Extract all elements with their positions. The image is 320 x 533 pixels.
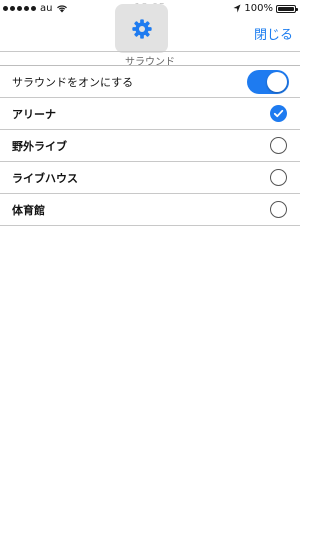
screen: au 18:05 100%: [0, 0, 300, 533]
battery-icon: [276, 4, 298, 13]
option-label: ライブハウス: [12, 171, 78, 185]
option-row-arena[interactable]: アリーナ: [0, 98, 300, 130]
status-right: 100%: [233, 3, 298, 14]
battery-fill: [278, 6, 294, 11]
option-label: 野外ライブ: [12, 139, 67, 153]
section-title: サラウンド: [125, 57, 175, 68]
surround-toggle-switch[interactable]: [247, 70, 289, 94]
option-row-gymnasium[interactable]: 体育館: [0, 194, 300, 226]
option-label: アリーナ: [12, 107, 56, 121]
settings-list: サラウンドをオンにする アリーナ 野外ライブ ライブハウス 体育館: [0, 66, 300, 226]
option-label: 体育館: [12, 203, 45, 217]
battery-tip: [296, 7, 298, 11]
gear-icon: [131, 18, 152, 39]
option-row-outdoor-live[interactable]: 野外ライブ: [0, 130, 300, 162]
battery-percent: 100%: [244, 3, 273, 14]
location-arrow-icon: [233, 4, 241, 13]
option-radio[interactable]: [270, 201, 287, 218]
settings-app-icon: [115, 4, 168, 53]
option-row-live-house[interactable]: ライブハウス: [0, 162, 300, 194]
option-radio-selected[interactable]: [270, 105, 287, 122]
surround-toggle-row: サラウンドをオンにする: [0, 66, 300, 98]
checkmark-icon: [273, 109, 284, 118]
close-button[interactable]: 閉じる: [254, 24, 293, 43]
option-radio[interactable]: [270, 137, 287, 154]
header-divider: [0, 51, 300, 52]
toggle-knob: [267, 72, 287, 92]
surround-toggle-label: サラウンドをオンにする: [12, 75, 134, 89]
option-radio[interactable]: [270, 169, 287, 186]
